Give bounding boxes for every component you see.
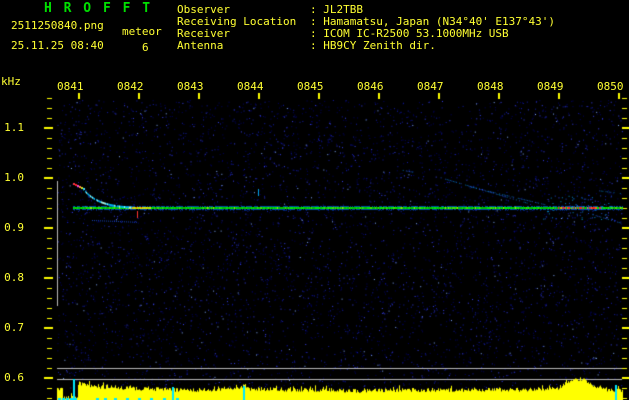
station-info: Observer: JL2TBB Receiving Location: Ham… [177,4,555,52]
app-title: H R O F F T [44,1,153,16]
meteor-count: 6 [142,41,149,54]
time-label-0848: 0848 [477,80,504,93]
time-label-0844: 0844 [237,80,264,93]
info-row-antenna: Antenna : HB9CY Zenith dir. [177,40,555,52]
output-filename: 2511250840.png [11,19,104,32]
freq-axis-unit: kHz [1,75,21,88]
observation-datetime: 25.11.25 08:40 [11,39,104,52]
time-label-0841: 0841 [57,80,84,93]
time-label-0849: 0849 [537,80,564,93]
freq-label-0_9: 0.9 [4,221,24,234]
freq-label-1_1: 1.1 [4,121,24,134]
freq-label-0_6: 0.6 [4,371,24,384]
time-label-0847: 0847 [417,80,444,93]
time-label-0846: 0846 [357,80,384,93]
info-value-antenna: : HB9CY Zenith dir. [310,39,436,52]
freq-label-1_0: 1.0 [4,171,24,184]
spectrogram-canvas [0,0,629,400]
observation-mode: meteor [122,25,162,38]
freq-label-0_7: 0.7 [4,321,24,334]
info-label-antenna: Antenna [177,39,224,52]
hrofft-screen: H R O F F T 2511250840.png meteor 25.11.… [0,0,629,400]
freq-label-0_8: 0.8 [4,271,24,284]
time-label-0843: 0843 [177,80,204,93]
time-label-0850: 0850 [597,80,624,93]
time-label-0842: 0842 [117,80,144,93]
time-label-0845: 0845 [297,80,324,93]
